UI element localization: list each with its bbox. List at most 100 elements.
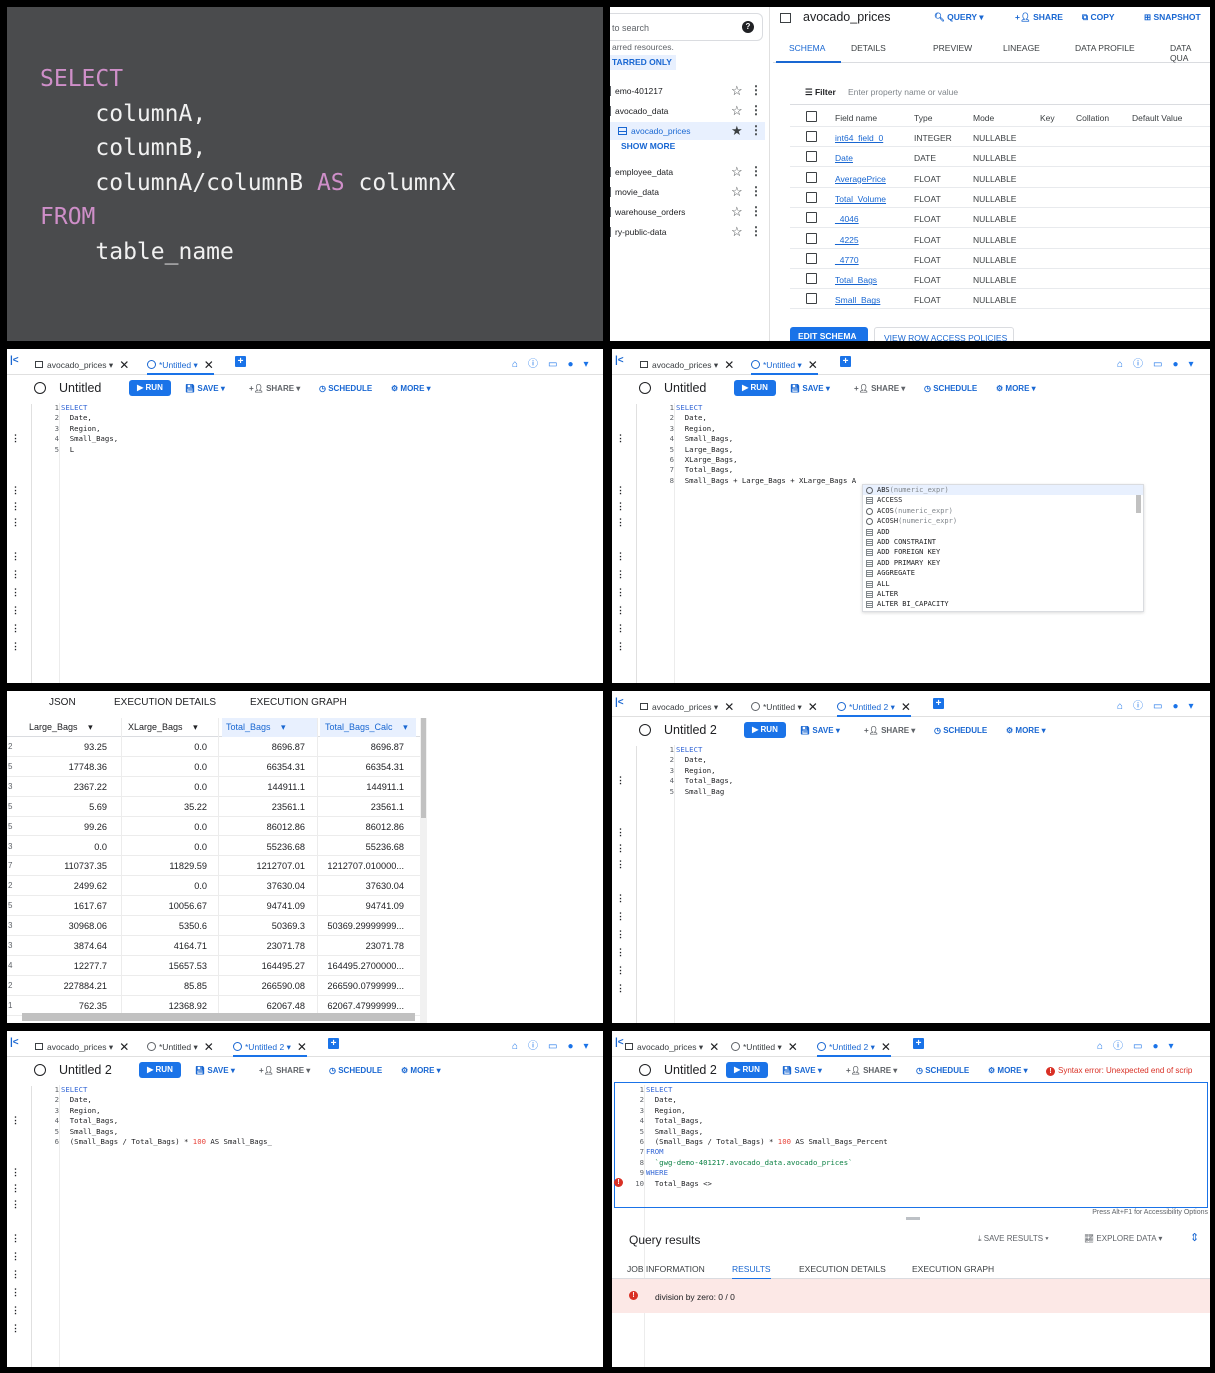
- close-icon[interactable]: ✕: [204, 1040, 214, 1054]
- code-line[interactable]: (Small_Bags / Total_Bags) * 100 AS Small…: [646, 1137, 888, 1147]
- row-checkbox[interactable]: [806, 171, 817, 183]
- new-tab-icon[interactable]: +: [328, 1038, 339, 1049]
- schema-field-row[interactable]: Total_Volume FLOAT NULLABLE: [790, 188, 1210, 208]
- more-button[interactable]: ⚙ MORE ▾: [391, 384, 431, 393]
- tab-execution-details[interactable]: EXECUTION DETAILS: [799, 1264, 886, 1274]
- close-icon[interactable]: ✕: [724, 700, 734, 714]
- explorer-tree-item[interactable]: movie_data ☆ ⋮: [610, 183, 765, 201]
- code-line[interactable]: Region,: [646, 1106, 888, 1116]
- collapse-icon[interactable]: |<: [615, 355, 624, 366]
- row-checkbox[interactable]: [806, 252, 817, 264]
- code-line[interactable]: Date,: [61, 413, 118, 423]
- header-xlarge-bags[interactable]: XLarge_Bags ▾: [128, 718, 218, 737]
- explorer-search-input[interactable]: to search ?: [610, 13, 763, 41]
- tab-data-profile[interactable]: DATA PROFILE: [1075, 43, 1135, 53]
- field-name-link[interactable]: Total_Volume: [835, 194, 886, 204]
- collapse-icon[interactable]: |<: [615, 697, 624, 708]
- resize-handle[interactable]: [906, 1217, 920, 1220]
- select-all-checkbox[interactable]: [806, 111, 817, 122]
- close-icon[interactable]: ✕: [297, 1040, 307, 1054]
- schema-field-row[interactable]: AveragePrice FLOAT NULLABLE: [790, 168, 1210, 188]
- schedule-button[interactable]: ◷ SCHEDULE: [924, 384, 977, 393]
- tab-details[interactable]: DETAILS: [851, 43, 886, 53]
- horizontal-scrollbar[interactable]: [22, 1013, 415, 1021]
- share-button[interactable]: +👤︎ SHARE ▾: [846, 1066, 897, 1075]
- row-checkbox[interactable]: [806, 191, 817, 203]
- code-line[interactable]: XLarge_Bags,: [676, 455, 856, 465]
- autocomplete-item[interactable]: ALL: [863, 579, 1143, 589]
- save-button[interactable]: 💾︎ SAVE ▾: [185, 384, 225, 393]
- code-line[interactable]: SELECT: [61, 403, 118, 413]
- sql-editor[interactable]: SELECT Date, Region, Total_Bags, Small_B…: [646, 1085, 888, 1189]
- more-button[interactable]: ⚙ MORE ▾: [996, 384, 1036, 393]
- tab-execution-graph[interactable]: EXECUTION GRAPH: [912, 1264, 994, 1274]
- save-results-button[interactable]: ⤓ SAVE RESULTS ▾: [978, 1234, 1049, 1244]
- tab-results[interactable]: RESULTS: [732, 1264, 771, 1280]
- code-line[interactable]: Small_Bags,: [61, 434, 118, 444]
- help-icon[interactable]: ?: [742, 21, 754, 33]
- star-icon[interactable]: ☆: [731, 184, 743, 200]
- explorer-tree-item[interactable]: emo-401217 ☆ ⋮: [610, 82, 765, 100]
- schema-field-row[interactable]: _4046 FLOAT NULLABLE: [790, 208, 1210, 229]
- field-name-link[interactable]: Total_Bags: [835, 275, 877, 285]
- show-more-link[interactable]: SHOW MORE: [621, 141, 675, 151]
- tab-avocado-prices[interactable]: avocado_prices ▾ ✕: [35, 353, 129, 375]
- code-line[interactable]: Region,: [61, 424, 118, 434]
- code-line[interactable]: Date,: [646, 1095, 888, 1105]
- tab-untitled[interactable]: *Untitled ▾ ✕: [147, 1035, 214, 1057]
- schedule-button[interactable]: ◷ SCHEDULE: [934, 726, 987, 735]
- table-row[interactable]: 3 30968.06 5350.6 50369.3 50369.29999999...: [7, 916, 422, 936]
- tab-untitled[interactable]: *Untitled ▾ ✕: [147, 353, 214, 375]
- toolbar-icons[interactable]: ⌂ⓘ▭●▾: [1117, 355, 1204, 370]
- run-button[interactable]: ▶ RUN: [129, 380, 171, 396]
- view-row-access-policies-button[interactable]: VIEW ROW ACCESS POLICIES: [874, 327, 1014, 341]
- table-row[interactable]: 3 0.0 0.0 55236.68 55236.68: [7, 837, 422, 857]
- autocomplete-item[interactable]: ADD: [863, 527, 1143, 537]
- schedule-button[interactable]: ◷ SCHEDULE: [319, 384, 372, 393]
- tab-lineage[interactable]: LINEAGE: [1003, 43, 1040, 53]
- code-line[interactable]: Total_Bags,: [646, 1116, 888, 1126]
- field-name-link[interactable]: _4046: [835, 214, 859, 224]
- filter-input[interactable]: Enter property name or value: [848, 87, 958, 97]
- tab-execution-graph[interactable]: EXECUTION GRAPH: [250, 697, 347, 708]
- row-checkbox[interactable]: [806, 232, 817, 244]
- schedule-button[interactable]: ◷ SCHEDULE: [329, 1066, 382, 1075]
- tab-avocado-prices[interactable]: avocado_prices ▾ ✕: [640, 695, 734, 717]
- starred-only-chip[interactable]: TARRED ONLY: [610, 55, 676, 70]
- autocomplete-item[interactable]: ABS(numeric_expr): [863, 485, 1143, 496]
- table-row[interactable]: 5 17748.36 0.0 66354.31 66354.31: [7, 757, 422, 777]
- more-vert-icon[interactable]: ⋮: [750, 123, 762, 137]
- table-row[interactable]: 5 1617.67 10056.67 94741.09 94741.09: [7, 896, 422, 917]
- toolbar-icons[interactable]: ⌂ⓘ▭●▾: [1117, 697, 1204, 712]
- autocomplete-item[interactable]: ALTER BI_CAPACITY: [863, 599, 1143, 609]
- schedule-button[interactable]: ◷ SCHEDULE: [916, 1066, 969, 1075]
- star-icon[interactable]: ☆: [731, 103, 743, 119]
- save-button[interactable]: 💾︎ SAVE ▾: [195, 1066, 235, 1075]
- code-line[interactable]: Small_Bags,: [61, 1127, 272, 1137]
- tab-untitled-2[interactable]: *Untitled 2 ▾ ✕: [837, 695, 911, 717]
- field-name-link[interactable]: Small_Bags: [835, 295, 880, 305]
- code-line[interactable]: Date,: [61, 1095, 272, 1105]
- close-icon[interactable]: ✕: [808, 358, 818, 372]
- schema-filter[interactable]: ☰ Filter Enter property name or value: [790, 79, 1210, 105]
- tab-untitled[interactable]: *Untitled ▾ ✕: [751, 353, 818, 375]
- field-name-link[interactable]: AveragePrice: [835, 174, 886, 184]
- tab-untitled[interactable]: *Untitled ▾ ✕: [751, 695, 818, 717]
- code-line[interactable]: L: [61, 445, 118, 455]
- snapshot-button[interactable]: ⊞ SNAPSHOT: [1144, 12, 1201, 23]
- code-line[interactable]: Small_Bag: [676, 787, 733, 797]
- new-tab-icon[interactable]: +: [933, 698, 944, 709]
- more-vert-icon[interactable]: ⋮: [750, 224, 762, 238]
- code-line[interactable]: `gwg-demo-401217.avocado_data.avocado_pr…: [646, 1158, 888, 1168]
- sql-editor[interactable]: SELECT Date, Region, Small_Bags, Large_B…: [676, 403, 856, 486]
- more-vert-icon[interactable]: ⋮: [750, 204, 762, 218]
- tab-schema[interactable]: SCHEMA: [789, 43, 825, 53]
- field-name-link[interactable]: int64_field_0: [835, 133, 883, 143]
- copy-button[interactable]: ⧉ COPY: [1082, 12, 1115, 23]
- table-row[interactable]: 3 2367.22 0.0 144911.1 144911.1: [7, 777, 422, 797]
- schema-field-row[interactable]: Small_Bags FLOAT NULLABLE: [790, 289, 1210, 310]
- star-icon[interactable]: ★: [731, 123, 743, 139]
- explore-data-button[interactable]: 📈︎ EXPLORE DATA ▾: [1084, 1234, 1162, 1243]
- collapse-icon[interactable]: |<: [615, 1037, 624, 1048]
- save-button[interactable]: 💾︎ SAVE ▾: [800, 726, 840, 735]
